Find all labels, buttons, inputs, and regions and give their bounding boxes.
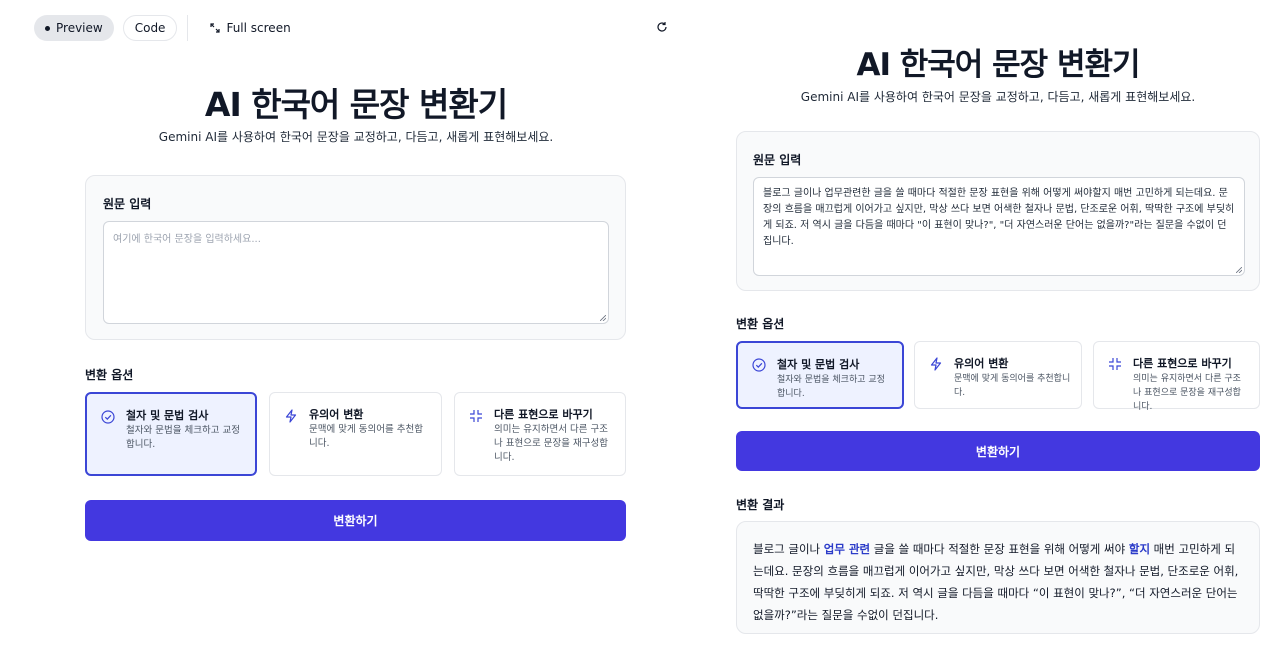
page-subtitle: Gemini AI를 사용하여 한국어 문장을 교정하고, 다듬고, 새롭게 표…: [800, 90, 1196, 104]
input-label: 원문 입력: [753, 153, 802, 167]
lightning-icon: [930, 357, 942, 371]
input-card: 원문 입력 여기에 한국어 문장을 입력하세요...: [85, 175, 626, 340]
option-desc: 철자와 문법을 체크하고 교정합니다.: [777, 375, 885, 399]
toolbar-divider: [187, 15, 189, 41]
option-title: 철자 및 문법 검사: [777, 358, 860, 371]
option-title: 다른 표현으로 바꾸기: [1133, 357, 1232, 370]
refresh-icon[interactable]: [656, 21, 668, 33]
option-title: 유의어 변환: [309, 408, 364, 421]
lightning-icon: [285, 409, 297, 423]
fullscreen-label: Full screen: [226, 21, 291, 35]
preview-tab[interactable]: Preview: [34, 15, 114, 41]
page-title: AI 한국어 문장 변환기: [204, 85, 508, 124]
shrink-arrows-icon: [1109, 358, 1121, 370]
shrink-arrows-icon: [470, 410, 482, 422]
page-title: AI 한국어 문장 변환기: [856, 47, 1140, 83]
resize-grip-icon[interactable]: [1236, 267, 1242, 273]
option-spelling-grammar[interactable]: 철자 및 문법 검사 철자와 문법을 체크하고 교정합니다.: [85, 392, 257, 476]
code-tab-label: Code: [134, 21, 166, 35]
result-text: 블로그 글이나 업무 관련 글을 쓸 때마다 적절한 문장 표현을 위해 어떻게…: [753, 538, 1245, 626]
preview-tab-label: Preview: [56, 21, 103, 35]
resize-grip-icon[interactable]: [600, 315, 606, 321]
convert-button[interactable]: 변환하기: [736, 431, 1260, 471]
dot-icon: [45, 25, 50, 31]
fullscreen-button[interactable]: Full screen: [196, 15, 301, 41]
code-tab[interactable]: Code: [122, 15, 178, 41]
result-highlight: 할지: [1128, 542, 1151, 556]
option-desc: 철자와 문법을 체크하고 교정합니다.: [126, 425, 240, 450]
option-rephrase[interactable]: 다른 표현으로 바꾸기 의미는 유지하면서 다른 구조나 표현으로 문장을 재구…: [454, 392, 626, 476]
check-circle-icon: [752, 358, 766, 372]
options-label: 변환 옵션: [85, 368, 134, 382]
option-spelling-grammar[interactable]: 철자 및 문법 검사 철자와 문법을 체크하고 교정합니다.: [736, 341, 904, 409]
result-label: 변환 결과: [736, 498, 785, 512]
option-desc: 문맥에 맞게 동의어를 추천합니다.: [309, 424, 423, 449]
page-subtitle: Gemini AI를 사용하여 한국어 문장을 교정하고, 다듬고, 새롭게 표…: [158, 130, 554, 144]
preview-toolbar: Preview Code Full screen: [34, 15, 302, 41]
result-card: 블로그 글이나 업무 관련 글을 쓸 때마다 적절한 문장 표현을 위해 어떻게…: [736, 521, 1260, 634]
source-text-input[interactable]: 여기에 한국어 문장을 입력하세요...: [103, 221, 609, 324]
source-text-input[interactable]: 블로그 글이나 업무관련한 글을 쓸 때마다 적절한 문장 표현을 위해 어떻게…: [753, 177, 1245, 276]
options-label: 변환 옵션: [736, 317, 785, 331]
option-desc: 문맥에 맞게 동의어를 추천합니다.: [954, 374, 1071, 398]
option-desc: 의미는 유지하면서 다른 구조나 표현으로 문장을 재구성합니다.: [1133, 374, 1241, 412]
convert-button[interactable]: 변환하기: [85, 500, 626, 541]
expand-icon: [210, 23, 221, 33]
option-rephrase[interactable]: 다른 표현으로 바꾸기 의미는 유지하면서 다른 구조나 표현으로 문장을 재구…: [1093, 341, 1260, 412]
result-highlight: 업무 관련: [823, 542, 871, 556]
input-label: 원문 입력: [103, 197, 152, 211]
option-synonym[interactable]: 유의어 변환 문맥에 맞게 동의어를 추천합니다.: [914, 341, 1082, 409]
option-synonym[interactable]: 유의어 변환 문맥에 맞게 동의어를 추천합니다.: [269, 392, 442, 476]
option-desc: 의미는 유지하면서 다른 구조나 표현으로 문장을 재구성합니다.: [494, 424, 608, 463]
input-card: 원문 입력 블로그 글이나 업무관련한 글을 쓸 때마다 적절한 문장 표현을 …: [736, 131, 1260, 291]
option-title: 유의어 변환: [954, 357, 1009, 370]
result-segment: 글을 쓸 때마다 적절한 문장 표현을 위해 어떻게 써야: [870, 542, 1129, 556]
check-circle-icon: [101, 410, 115, 424]
result-segment: 블로그 글이나: [753, 542, 824, 556]
option-title: 철자 및 문법 검사: [126, 409, 209, 422]
option-title: 다른 표현으로 바꾸기: [494, 408, 593, 421]
